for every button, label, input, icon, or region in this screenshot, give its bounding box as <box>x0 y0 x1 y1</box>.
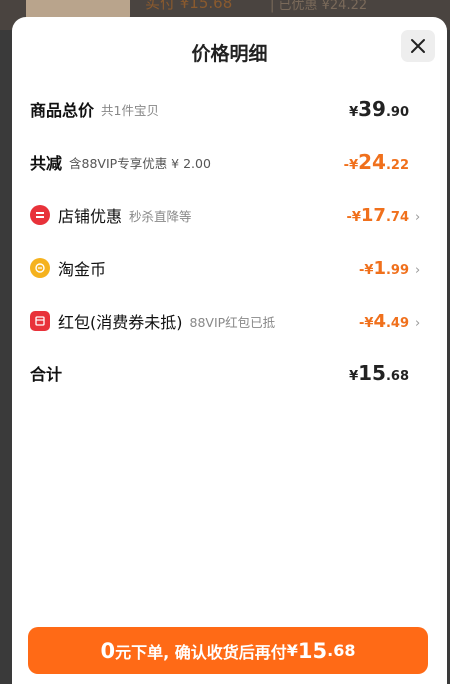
amount-int: 24 <box>358 150 386 174</box>
chevron-right-icon: › <box>415 315 421 331</box>
cta-amount-int: 15 <box>297 638 328 663</box>
amount-dec: .68 <box>385 369 409 384</box>
row-sub: 88VIP红包已抵 <box>189 314 276 330</box>
row-label: 共减 <box>30 154 63 173</box>
red-packet-icon <box>30 311 50 331</box>
amount-dec: .22 <box>385 158 409 173</box>
chevron-right-icon: › <box>415 209 421 225</box>
row-red-packet[interactable]: 红包(消费券未抵) 88VIP红包已抵 -¥ 4 .49 › <box>30 307 423 335</box>
total-price-amount: ¥ 39 .90 <box>349 97 423 121</box>
row-label: 店铺优惠 <box>58 207 123 226</box>
close-button[interactable] <box>401 30 435 62</box>
sum-amount: ¥ 15 .68 <box>349 361 423 385</box>
row-sub: 共1件宝贝 <box>101 102 159 118</box>
cta-currency: ¥ <box>286 641 298 660</box>
cta-amount-dec: .68 <box>327 641 356 660</box>
row-sub: 秒杀直降等 <box>129 208 192 224</box>
amount-dec: .74 <box>385 209 409 225</box>
place-order-button[interactable]: 0 元下单, 确认收货后再付 ¥ 15 .68 <box>28 627 428 674</box>
gold-coin-icon <box>30 258 50 278</box>
amount-dec: .99 <box>385 262 409 278</box>
amount-int: 1 <box>373 257 386 279</box>
amount-int: 39 <box>358 97 386 121</box>
reduction-amount: -¥ 24 .22 <box>344 150 423 174</box>
amount-dec: .90 <box>385 105 409 120</box>
currency: -¥ <box>358 262 374 278</box>
currency: ¥ <box>349 105 359 120</box>
amount-dec: .49 <box>385 315 409 331</box>
chevron-right-icon: › <box>415 262 421 278</box>
row-label: 淘金币 <box>58 260 107 279</box>
row-total-price: 商品总价 共1件宝贝 ¥ 39 .90 <box>30 95 423 123</box>
row-gold-coin[interactable]: 淘金币 -¥ 1 .99 › <box>30 254 423 282</box>
row-total-reduction: 共减 含88VIP专享优惠 ¥ 2.00 -¥ 24 .22 <box>30 148 423 176</box>
currency: -¥ <box>358 315 374 331</box>
close-icon <box>411 39 425 53</box>
background-price-text: 实付 ¥15.68 <box>145 0 233 12</box>
sheet-title: 价格明细 <box>191 43 268 65</box>
row-label: 合计 <box>30 365 63 384</box>
currency: -¥ <box>346 209 361 225</box>
shop-discount-icon <box>30 205 50 225</box>
row-sum: 合计 ¥ 15 .68 <box>30 359 423 387</box>
background-discount-text: | 已优惠 ¥24.22 <box>270 0 368 13</box>
price-detail-sheet: 价格明细 商品总价 共1件宝贝 ¥ 39 .90 共减 含88VIP专享优惠 ¥… <box>12 17 447 684</box>
amount-int: 17 <box>360 204 386 226</box>
shop-discount-amount: -¥ 17 .74 › <box>346 205 423 226</box>
row-label: 商品总价 <box>30 101 95 120</box>
amount-int: 4 <box>373 310 386 332</box>
currency: ¥ <box>349 369 359 384</box>
red-packet-amount: -¥ 4 .49 › <box>359 311 423 332</box>
cta-text: 元下单, 确认收货后再付 <box>115 642 287 662</box>
cta-zero: 0 <box>100 638 116 663</box>
currency: -¥ <box>343 158 359 173</box>
row-shop-discount[interactable]: 店铺优惠 秒杀直降等 -¥ 17 .74 › <box>30 201 423 229</box>
gold-coin-amount: -¥ 1 .99 › <box>359 258 423 279</box>
row-label: 红包(消费券未抵) <box>58 313 183 332</box>
amount-int: 15 <box>358 361 386 385</box>
row-sub: 含88VIP专享优惠 ¥ 2.00 <box>69 155 211 171</box>
